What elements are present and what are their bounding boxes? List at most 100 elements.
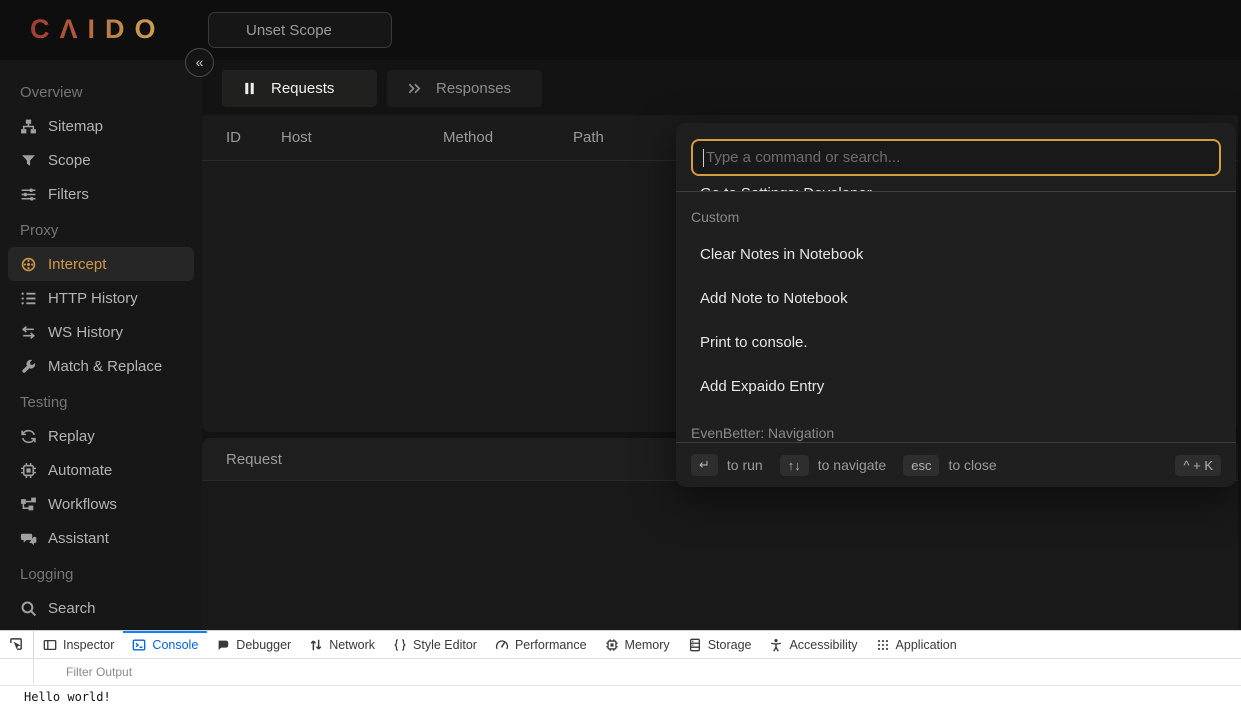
- sidebar-item-scope[interactable]: Scope: [8, 143, 194, 177]
- palette-item-label: Clear Notes in Notebook: [700, 246, 863, 263]
- pick-element-button[interactable]: [0, 631, 34, 658]
- tab-responses[interactable]: Responses: [387, 70, 542, 107]
- command-palette-placeholder: Type a command or search...: [706, 149, 900, 166]
- sidebar-item-label: Match & Replace: [48, 358, 162, 375]
- sidebar-collapse-button[interactable]: «: [185, 48, 214, 77]
- command-palette-footer: ↵to run↑↓to navigateescto close^ + K: [676, 442, 1236, 487]
- devtools-tab-label: Debugger: [236, 638, 291, 652]
- sidebar-item-replay[interactable]: Replay: [8, 419, 194, 453]
- key-hint-label: to close: [948, 457, 996, 473]
- sidebar-item-label: Assistant: [48, 530, 109, 547]
- palette-shortcut-badge: ^ + K: [1175, 455, 1221, 476]
- sidebar-section-header: Logging: [0, 557, 202, 591]
- caido-logo: CΛIDO: [30, 14, 166, 45]
- sidebar-item-assistant[interactable]: Assistant: [8, 521, 194, 555]
- sidebar-item-automate[interactable]: Automate: [8, 453, 194, 487]
- console-output: Hello world!: [0, 686, 1241, 704]
- devtools-tab-label: Inspector: [63, 638, 114, 652]
- devtools-tab-performance[interactable]: Performance: [486, 631, 596, 658]
- sidebar-item-http-history[interactable]: HTTP History: [8, 281, 194, 315]
- tab-label: Responses: [436, 80, 511, 97]
- sidebar-item-filters[interactable]: Filters: [8, 177, 194, 211]
- sitemap-icon: [20, 118, 37, 135]
- devtools-console-toolbar: Filter Output: [0, 659, 1241, 686]
- filter-funnel-outline-icon: [46, 666, 59, 679]
- pick-element-icon: [9, 637, 24, 652]
- console-icon: [132, 638, 146, 652]
- palette-item-clipped[interactable]: Go to Settings: Developer: [676, 182, 1236, 192]
- debugger-icon: [216, 638, 230, 652]
- devtools-tab-label: Storage: [708, 638, 752, 652]
- palette-item-add-expaido-entry[interactable]: Add Expaido Entry: [676, 364, 1236, 408]
- sidebar-item-match-replace[interactable]: Match & Replace: [8, 349, 194, 383]
- console-log-line: Hello world!: [24, 690, 111, 704]
- tab-requests[interactable]: Requests: [222, 70, 377, 107]
- command-palette-results: Go to Settings: DeveloperCustom Clear Not…: [676, 182, 1236, 442]
- console-filter-placeholder: Filter Output: [66, 665, 132, 679]
- devtools-tab-bar: Inspector Console Debugger Network Style Edi…: [0, 631, 1241, 659]
- palette-item-label: Print to console.: [700, 334, 808, 351]
- key-badge: ↵: [691, 454, 718, 476]
- pause-icon: [242, 81, 257, 96]
- palette-item-print-to-console-[interactable]: Print to console.: [676, 320, 1236, 364]
- wrench-icon: [20, 358, 37, 375]
- caido-app: CΛIDO Unset Scope « OverviewSitemapScope…: [0, 0, 1241, 630]
- inspector-icon: [43, 638, 57, 652]
- palette-item-label: Add Note to Notebook: [700, 290, 848, 307]
- scope-dropdown[interactable]: Unset Scope: [208, 12, 392, 48]
- sidebar-item-label: Replay: [48, 428, 95, 445]
- devtools-tab-memory[interactable]: Memory: [596, 631, 679, 658]
- sidebar-section-header: Testing: [0, 385, 202, 419]
- column-header-method: Method: [443, 129, 573, 146]
- firefox-devtools: Inspector Console Debugger Network Style Edi…: [0, 630, 1241, 708]
- devtools-tab-label: Application: [896, 638, 957, 652]
- braces-icon: [393, 638, 407, 652]
- sidebar-item-search[interactable]: Search: [8, 591, 194, 625]
- sidebar-item-intercept[interactable]: Intercept: [8, 247, 194, 281]
- devtools-tab-style-editor[interactable]: Style Editor: [384, 631, 486, 658]
- column-header-id: ID: [202, 129, 281, 146]
- fast-forward-icon: [407, 81, 422, 96]
- sidebar-item-sitemap[interactable]: Sitemap: [8, 109, 194, 143]
- palette-item-label: Go to Settings: Developer: [700, 185, 872, 192]
- devtools-tab-inspector[interactable]: Inspector: [34, 631, 123, 658]
- devtools-tab-label: Accessibility: [789, 638, 857, 652]
- sidebar-nav: OverviewSitemapScopeFiltersProxyIntercep…: [0, 60, 202, 630]
- sidebar-item-workflows[interactable]: Workflows: [8, 487, 194, 521]
- clear-console-button[interactable]: [0, 659, 34, 685]
- key-badge: esc: [903, 455, 939, 476]
- devtools-tab-storage[interactable]: Storage: [679, 631, 761, 658]
- accessibility-person-icon: [769, 638, 783, 652]
- palette-item-clear-notes-in-notebook[interactable]: Clear Notes in Notebook: [676, 232, 1236, 276]
- devtools-tab-label: Style Editor: [413, 638, 477, 652]
- replay-refresh-icon: [20, 428, 37, 445]
- devtools-tab-label: Console: [152, 638, 198, 652]
- tab-label: Requests: [271, 80, 334, 97]
- workflows-graph-icon: [20, 496, 37, 513]
- devtools-tab-console[interactable]: Console: [123, 631, 207, 658]
- intercept-target-icon: [20, 256, 37, 273]
- sidebar-item-label: Filters: [48, 186, 89, 203]
- assistant-chat-icon: [20, 530, 37, 547]
- sidebar-item-ws-history[interactable]: WS History: [8, 315, 194, 349]
- sidebar-item-label: Sitemap: [48, 118, 103, 135]
- search-icon: [20, 600, 37, 617]
- collapse-chevrons-icon: «: [196, 54, 204, 70]
- column-header-host: Host: [281, 129, 443, 146]
- palette-section-header: EvenBetter: Navigation: [676, 408, 1236, 442]
- sidebar-section-header: Proxy: [0, 213, 202, 247]
- network-arrows-icon: [309, 638, 323, 652]
- palette-section-header: Custom: [676, 192, 1236, 232]
- automate-chip-icon: [20, 462, 37, 479]
- devtools-tab-accessibility[interactable]: Accessibility: [760, 631, 866, 658]
- command-palette-input[interactable]: Type a command or search...: [691, 139, 1221, 176]
- sidebar-item-label: WS History: [48, 324, 123, 341]
- devtools-tab-application[interactable]: Application: [867, 631, 966, 658]
- palette-item-add-note-to-notebook[interactable]: Add Note to Notebook: [676, 276, 1236, 320]
- console-filter-input[interactable]: Filter Output: [34, 665, 1241, 679]
- sidebar-item-label: Search: [48, 600, 96, 617]
- sidebar-item-label: HTTP History: [48, 290, 138, 307]
- devtools-tab-network[interactable]: Network: [300, 631, 384, 658]
- devtools-tab-debugger[interactable]: Debugger: [207, 631, 300, 658]
- command-palette: Type a command or search... Go to Settin…: [676, 123, 1236, 487]
